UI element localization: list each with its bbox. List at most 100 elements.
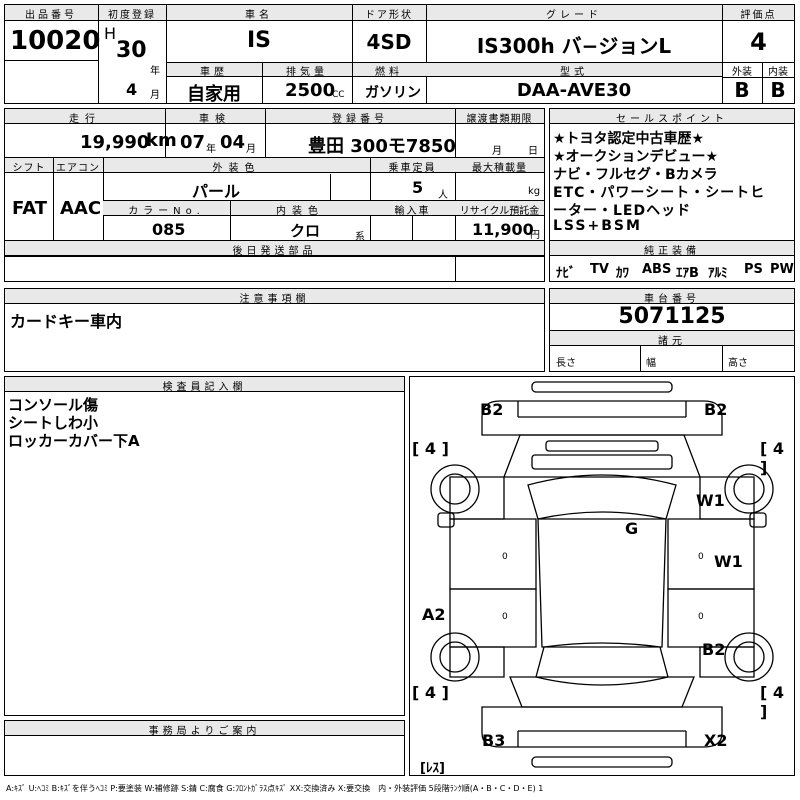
insp-year-unit: 年	[206, 144, 216, 155]
shift-label: シフト	[12, 163, 46, 174]
panel-mark: 0	[502, 552, 508, 562]
mileage-unit: km	[146, 130, 177, 151]
legend: A:ｷｽﾞ U:ﾍｺﾐ B:ｷｽﾞを伴うﾍｺﾐ P:要塗装 W:補修跡 S:錆 …	[6, 784, 544, 793]
score: 4	[750, 28, 767, 56]
sales-line: ★オークションデビュー★	[553, 149, 719, 165]
capacity: 5	[412, 178, 424, 197]
equipment-item: PW	[770, 262, 794, 277]
car-name: IS	[246, 28, 272, 53]
recycle-unit: 円	[530, 230, 540, 241]
interior-label: 内装	[768, 67, 788, 78]
int-color-label: 内装色	[276, 206, 324, 217]
capacity-unit: 人	[438, 190, 448, 201]
reg-no-label: 登録番号	[332, 114, 388, 125]
office-label: 事務局よりご案内	[148, 726, 261, 737]
dims-label: 諸元	[658, 336, 686, 347]
sales-line: ETC・パワーシート・シートヒ	[553, 185, 766, 201]
import-label: 輸入車	[394, 206, 431, 217]
door-type: 4SD	[366, 30, 412, 54]
load-label: 最大積載量	[472, 163, 527, 174]
mileage: 19,990	[80, 132, 150, 153]
damage-mark: B2	[702, 640, 726, 659]
capacity-label: 乗車定員	[388, 163, 437, 174]
history-label: 車歴	[200, 67, 228, 78]
sales-line: ーター・LEDヘッド	[553, 203, 692, 219]
cc-unit: CC	[332, 90, 345, 100]
era: H	[104, 24, 117, 43]
panel-mark: 0	[698, 552, 704, 562]
transfer-day: 日	[528, 146, 538, 157]
displacement: 2500	[285, 80, 336, 101]
exterior-grade: B	[734, 78, 750, 102]
sales-line: LSS+BSM	[553, 218, 642, 234]
damage-mark: B2	[704, 400, 728, 419]
equipment-item: TV	[590, 262, 609, 277]
chassis-label: 車台番号	[644, 294, 700, 305]
equipment-item: ﾅﾋﾞ	[556, 266, 576, 281]
displacement-label: 排気量	[286, 67, 328, 78]
damage-mark: B2	[480, 400, 504, 419]
transfer-label: 譲渡書類期限	[466, 114, 533, 125]
tire-score: [ 4 ]	[412, 683, 449, 702]
interior-grade: B	[770, 78, 786, 102]
recycle-label: リサイクル預託金	[459, 206, 540, 217]
air-conditioner: AAC	[60, 198, 102, 219]
panel-mark: 0	[698, 612, 704, 622]
later-parts-label: 後日発送部品	[232, 246, 317, 257]
inspector-label: 検査員記入欄	[162, 382, 247, 393]
history: 自家用	[187, 84, 241, 105]
panel-mark: 0	[502, 612, 508, 622]
equipment-item: PS	[744, 262, 763, 277]
score-label: 評価点	[740, 10, 777, 21]
equipment-item: ｶﾜ	[616, 266, 629, 281]
equipment-item: ｴｱB	[676, 266, 699, 281]
notes-label: 注意事項欄	[239, 294, 310, 305]
tire-score: [ 4 ]	[760, 683, 785, 721]
fuel: ガソリン	[365, 85, 421, 101]
reg-month: 4	[126, 80, 138, 99]
lot-number: 10020	[10, 26, 101, 56]
damage-mark: A2	[422, 605, 446, 624]
color-number: 085	[152, 220, 186, 239]
chassis-number: 5071125	[618, 304, 726, 329]
tire-score: [ 4 ]	[412, 439, 449, 458]
equipment-item: ｱﾙﾐ	[708, 266, 728, 281]
inspection-year: 07	[180, 132, 206, 153]
interior-color: クロ	[290, 222, 321, 240]
lot-label: 出品番号	[25, 10, 77, 21]
load-unit: kg	[528, 186, 541, 197]
ac-label: エアコン	[56, 163, 100, 174]
fuel-label: 燃料	[375, 67, 403, 78]
width-label: 幅	[646, 358, 656, 369]
spare-mark: [ﾚｽ]	[420, 761, 445, 776]
car-name-label: 車名	[245, 10, 273, 21]
sales-label: セールスポイント	[616, 114, 728, 125]
door-label: ドア形状	[365, 10, 413, 21]
month-unit: 月	[150, 90, 160, 101]
registration-number: 豊田 300モ7850	[308, 136, 456, 157]
year-unit: 年	[150, 66, 160, 77]
damage-mark: W1	[696, 491, 725, 510]
color-no-label: カラーNo.	[128, 206, 205, 217]
exterior-label: 外装	[732, 67, 752, 78]
exterior-color: パール	[192, 182, 241, 201]
equipment-label: 純正装備	[644, 246, 700, 257]
model-label: 型式	[560, 67, 588, 78]
first-reg-label: 初度登録	[108, 10, 156, 21]
inspector-line: ロッカーカバー下A	[8, 432, 140, 450]
model: DAA-AVE30	[516, 80, 632, 101]
insp-month-unit: 月	[246, 144, 256, 155]
transfer-month: 月	[492, 146, 502, 157]
damage-diagram: B2 B2 [ 4 ] [ 4 ] W1 G W1 0 0 0 0 A2 B2 …	[409, 376, 795, 776]
length-label: 長さ	[556, 358, 576, 369]
tire-score: [ 4 ]	[760, 439, 785, 477]
ext-color-label: 外装色	[212, 163, 261, 174]
shift: FAT	[12, 198, 48, 219]
recycle-fee: 11,900	[472, 220, 534, 239]
equipment-item: ABS	[642, 262, 672, 277]
damage-mark: W1	[714, 552, 743, 571]
reg-year: 30	[116, 38, 147, 63]
grade: IS300h バ−ジョンL	[476, 34, 672, 58]
damage-mark: X2	[704, 731, 728, 750]
sales-line: ★トヨタ認定中古車歴★	[553, 131, 705, 147]
